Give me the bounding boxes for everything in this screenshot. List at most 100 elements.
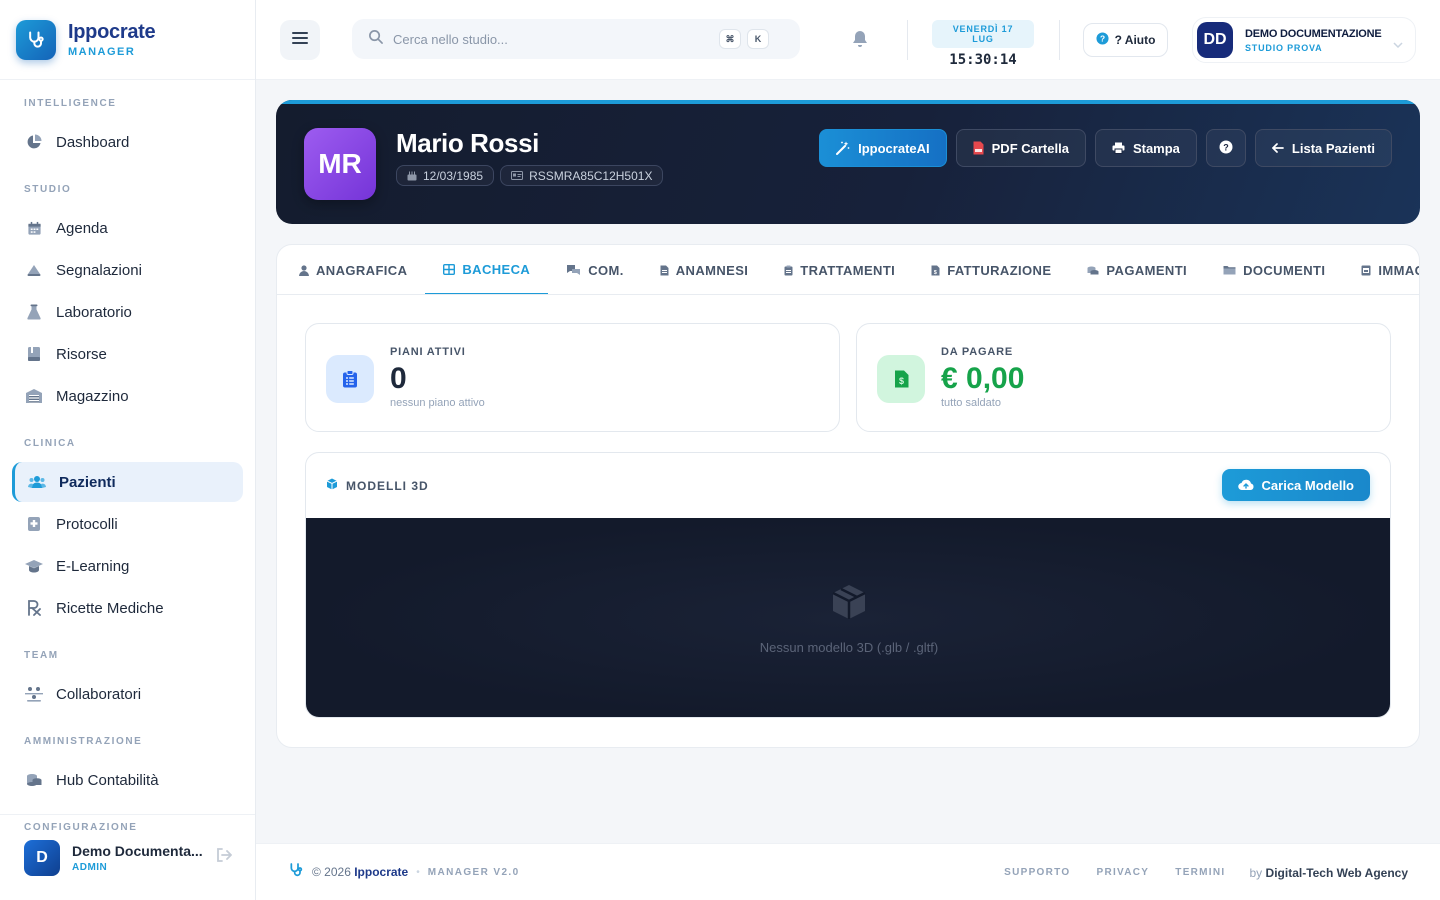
cube-placeholder-icon xyxy=(830,583,868,626)
sidebar-item-magazzino[interactable]: Magazzino xyxy=(12,376,243,416)
copyright: © 2026 xyxy=(312,865,351,879)
print-label: Stampa xyxy=(1132,140,1180,156)
print-button[interactable]: Stampa xyxy=(1094,129,1197,167)
stat-subtitle: tutto saldato xyxy=(941,397,1001,409)
svg-text:?: ? xyxy=(1223,142,1229,152)
sidebar-item-label: Dashboard xyxy=(56,133,130,151)
file-icon xyxy=(660,265,669,276)
stethoscope-icon xyxy=(288,862,304,883)
menu-toggle-button[interactable] xyxy=(280,20,320,60)
separator-dot: • xyxy=(416,866,420,878)
back-to-patients-button[interactable]: Lista Pazienti xyxy=(1254,129,1392,167)
cake-icon xyxy=(407,170,417,181)
tab-label: IMMAGINI xyxy=(1378,262,1419,278)
nav-section-clinica: CLINICA xyxy=(24,438,76,449)
sidebar-item-label: Ricette Mediche xyxy=(56,599,164,617)
avatar: DD xyxy=(1197,22,1233,58)
sidebar-item-label: Collaboratori xyxy=(56,685,142,703)
birth-date-badge: 12/03/1985 xyxy=(396,165,495,186)
tab-comunicazioni[interactable]: COM. xyxy=(548,245,642,294)
amount-due-value: € 0,00 xyxy=(941,362,1025,395)
patient-help-button[interactable]: ? xyxy=(1205,129,1246,167)
model-viewer[interactable]: Nessun modello 3D (.glb / .gltf) xyxy=(306,518,1390,717)
empty-models-text: Nessun modello 3D (.glb / .gltf) xyxy=(759,639,939,655)
calendar-icon xyxy=(24,218,44,238)
tab-bacheca[interactable]: BACHECA xyxy=(425,245,549,294)
sidebar-item-label: Agenda xyxy=(56,219,108,237)
kbd-k: K xyxy=(747,29,769,49)
pdf-cartella-button[interactable]: PDF Cartella xyxy=(955,129,1086,167)
tab-pagamenti[interactable]: PAGAMENTI xyxy=(1069,245,1205,294)
tab-fatturazione[interactable]: $ FATTURAZIONE xyxy=(913,245,1069,294)
help-button[interactable]: ? ? Aiuto xyxy=(1083,23,1168,57)
brand[interactable]: Ippocrate MANAGER xyxy=(0,0,255,80)
patient-name: Mario Rossi xyxy=(396,128,539,158)
sidebar-item-protocolli[interactable]: Protocolli xyxy=(12,504,243,544)
user-menu[interactable]: DD DEMO DOCUMENTAZIONE STUDIO PROVA xyxy=(1192,17,1416,63)
sidebar-item-collaboratori[interactable]: Collaboratori xyxy=(12,674,243,714)
sidebar-item-segnalazioni[interactable]: Segnalazioni xyxy=(12,250,243,290)
chat-icon xyxy=(566,264,581,276)
clipboard-list-icon xyxy=(326,355,374,403)
tab-anamnesi[interactable]: ANAMNESI xyxy=(642,245,767,294)
agency-link[interactable]: Digital-Tech Web Agency xyxy=(1266,866,1408,880)
svg-text:?: ? xyxy=(1100,34,1105,44)
fiscal-code: RSSMRA85C12H501X xyxy=(529,168,653,183)
tab-label: TRATTAMENTI xyxy=(800,262,896,278)
sidebar: Ippocrate MANAGER INTELLIGENCE Dashboard… xyxy=(0,0,256,900)
topbar: ⌘ K VENERDÌ 17 LUG 15:30:14 ? ? Aiuto DD… xyxy=(256,0,1440,80)
upload-model-button[interactable]: Carica Modello xyxy=(1221,469,1370,501)
sidebar-item-dashboard[interactable]: Dashboard xyxy=(12,122,243,162)
coins-icon xyxy=(1087,265,1099,276)
cloud-upload-icon xyxy=(1237,479,1254,491)
footer-link-privacy[interactable]: PRIVACY xyxy=(1096,867,1149,878)
back-label: Lista Pazienti xyxy=(1291,140,1375,156)
user-name: DEMO DOCUMENTAZIONE xyxy=(1245,27,1382,40)
sidebar-user[interactable]: D Demo Documenta... ADMIN xyxy=(0,814,255,900)
users-icon xyxy=(27,472,47,492)
sidebar-item-ricette[interactable]: Ricette Mediche xyxy=(12,588,243,628)
notifications-bell-icon[interactable] xyxy=(852,30,868,53)
sidebar-item-elearning[interactable]: E-Learning xyxy=(12,546,243,586)
active-plans-card: PIANI ATTIVI 0 nessun piano attivo xyxy=(305,323,840,432)
help-circle-icon: ? xyxy=(1096,32,1109,48)
tab-trattamenti[interactable]: TRATTAMENTI xyxy=(766,245,913,294)
pdf-label: PDF Cartella xyxy=(991,140,1069,156)
pdf-file-icon xyxy=(973,141,984,155)
chevron-down-icon xyxy=(1393,35,1403,53)
stat-label: DA PAGARE xyxy=(941,346,1013,358)
footer-link-supporto[interactable]: SUPPORTO xyxy=(1004,867,1070,878)
svg-text:$: $ xyxy=(934,269,937,275)
sidebar-item-pazienti[interactable]: Pazienti xyxy=(12,462,243,502)
invoice-dollar-icon: $ xyxy=(877,355,925,403)
sidebar-item-agenda[interactable]: Agenda xyxy=(12,208,243,248)
footer-brand: Ippocrate xyxy=(354,865,409,879)
cube-icon xyxy=(326,477,338,495)
tab-immagini[interactable]: IMMAGINI xyxy=(1343,245,1419,294)
tab-label: FATTURAZIONE xyxy=(947,262,1052,278)
sidebar-item-hub-contabilita[interactable]: Hub Contabilità xyxy=(12,760,243,800)
sidebar-user-name: Demo Documenta... xyxy=(72,842,203,859)
logout-icon[interactable] xyxy=(216,848,233,867)
upload-label: Carica Modello xyxy=(1261,477,1354,493)
sidebar-item-laboratorio[interactable]: Laboratorio xyxy=(12,292,243,332)
by-prefix: by xyxy=(1249,865,1263,880)
tab-documenti[interactable]: DOCUMENTI xyxy=(1205,245,1343,294)
coins-icon xyxy=(24,770,44,790)
nav-section-intelligence: INTELLIGENCE xyxy=(24,98,117,109)
warehouse-icon xyxy=(24,386,44,406)
search-input[interactable] xyxy=(393,31,713,47)
stat-subtitle: nessun piano attivo xyxy=(390,397,485,409)
search-bar[interactable]: ⌘ K xyxy=(352,19,800,59)
tab-anagrafica[interactable]: ANAGRAFICA xyxy=(281,245,425,294)
book-icon xyxy=(24,344,44,364)
kbd-cmd: ⌘ xyxy=(719,29,741,49)
graduation-cap-icon xyxy=(24,556,44,576)
ippocrate-ai-button[interactable]: IppocrateAI xyxy=(819,129,947,167)
tab-label: BACHECA xyxy=(462,261,531,277)
sidebar-item-risorse[interactable]: Risorse xyxy=(12,334,243,374)
footer-link-termini[interactable]: TERMINI xyxy=(1175,867,1225,878)
current-time: 15:30:14 xyxy=(949,52,1017,68)
help-label: ? Aiuto xyxy=(1114,33,1156,47)
sidebar-item-label: Risorse xyxy=(56,345,107,363)
